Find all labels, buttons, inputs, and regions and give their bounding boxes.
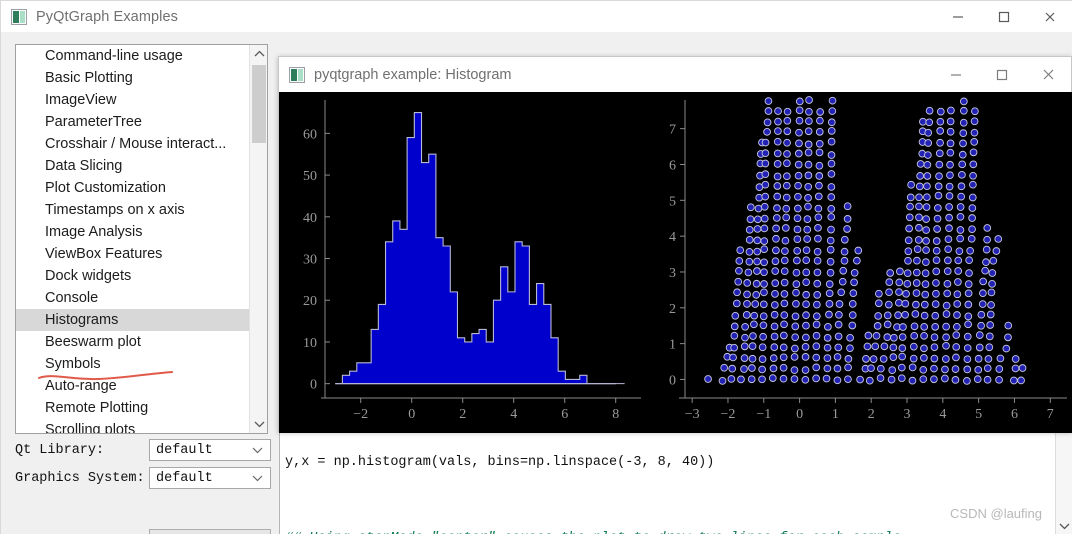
- qt-library-label: Qt Library:: [15, 442, 105, 458]
- svg-text:4: 4: [510, 407, 517, 422]
- code-line-1: y,x = np.histogram(vals, bins=np.linspac…: [285, 455, 715, 470]
- list-item[interactable]: Image Analysis: [16, 221, 250, 243]
- svg-text:0: 0: [408, 407, 415, 422]
- svg-text:2: 2: [669, 302, 676, 317]
- list-item[interactable]: ViewBox Features: [16, 243, 250, 265]
- maximize-button[interactable]: [981, 1, 1027, 32]
- svg-text:6: 6: [1011, 407, 1018, 422]
- svg-text:5: 5: [669, 194, 676, 209]
- child-window-controls: [933, 57, 1071, 92]
- list-item[interactable]: Auto-range: [16, 375, 250, 397]
- app-icon: [289, 66, 305, 83]
- svg-text:3: 3: [669, 266, 676, 281]
- code-panel-scrollbar[interactable]: [1055, 432, 1072, 534]
- svg-text:7: 7: [669, 123, 676, 138]
- svg-text:6: 6: [561, 407, 568, 422]
- graphics-system-select[interactable]: default: [149, 467, 271, 489]
- svg-text:30: 30: [303, 253, 317, 268]
- qt-library-select[interactable]: default: [149, 439, 271, 461]
- svg-text:5: 5: [975, 407, 982, 422]
- list-item[interactable]: Crosshair / Mouse interact...: [16, 133, 250, 155]
- code-line-3: ## Using stepMode="center" causes the pl…: [285, 529, 1050, 534]
- svg-text:6: 6: [669, 158, 676, 173]
- list-item[interactable]: ParameterTree: [16, 111, 250, 133]
- run-example-button[interactable]: Run Example: [149, 529, 271, 534]
- list-item[interactable]: Dock widgets: [16, 265, 250, 287]
- minimize-button[interactable]: [933, 57, 979, 92]
- script-path-container: D:\tempSoft\laufing\untitled\gong\lib\si…: [279, 32, 1072, 59]
- code-preview-panel[interactable]: y,x = np.histogram(vals, bins=np.linspac…: [279, 431, 1072, 534]
- svg-text:2: 2: [868, 407, 875, 422]
- svg-text:4: 4: [939, 407, 946, 422]
- graphics-system-label: Graphics System:: [15, 470, 145, 486]
- svg-text:−2: −2: [353, 407, 368, 422]
- histogram-example-window: pyqtgraph example: Histogram 0 10 20 30 40 50…: [278, 56, 1072, 433]
- maximize-button[interactable]: [979, 57, 1025, 92]
- svg-text:3: 3: [904, 407, 911, 422]
- main-window-controls: [935, 1, 1072, 32]
- scrollbar-thumb[interactable]: [252, 65, 266, 143]
- list-item-histograms[interactable]: Histograms: [16, 309, 250, 331]
- qt-library-value: default: [156, 442, 213, 458]
- svg-text:7: 7: [1047, 407, 1054, 422]
- list-item[interactable]: Symbols: [16, 353, 250, 375]
- svg-text:20: 20: [303, 294, 317, 309]
- close-button[interactable]: [1025, 57, 1071, 92]
- svg-text:0: 0: [669, 373, 676, 388]
- child-window-title: pyqtgraph example: Histogram: [314, 66, 512, 83]
- code-lines: y,x = np.histogram(vals, bins=np.linspac…: [285, 434, 1050, 534]
- chevron-down-icon: [252, 444, 263, 459]
- svg-text:60: 60: [303, 127, 317, 142]
- list-item[interactable]: Remote Plotting: [16, 397, 250, 419]
- svg-text:2: 2: [459, 407, 466, 422]
- svg-text:1: 1: [669, 338, 676, 353]
- left-panel: Command-line usage Basic Plotting ImageV…: [1, 32, 279, 534]
- main-window-title: PyQtGraph Examples: [36, 8, 179, 25]
- main-window-titlebar[interactable]: PyQtGraph Examples: [1, 1, 1072, 32]
- child-window-titlebar[interactable]: pyqtgraph example: Histogram: [279, 57, 1071, 92]
- svg-text:0: 0: [796, 407, 803, 422]
- graphics-system-row: Graphics System:: [15, 467, 145, 489]
- list-item[interactable]: Basic Plotting: [16, 67, 250, 89]
- qt-library-row: Qt Library:: [15, 439, 104, 461]
- list-item[interactable]: Beeswarm plot: [16, 331, 250, 353]
- svg-text:−2: −2: [721, 407, 736, 422]
- svg-text:10: 10: [303, 336, 317, 351]
- example-list-scrollbar[interactable]: [249, 45, 267, 433]
- svg-text:4: 4: [669, 230, 676, 245]
- svg-text:−1: −1: [756, 407, 771, 422]
- svg-text:0: 0: [310, 378, 317, 393]
- svg-text:50: 50: [303, 169, 317, 184]
- list-item[interactable]: Timestamps on x axis: [16, 199, 250, 221]
- watermark: CSDN @laufing: [950, 506, 1042, 521]
- svg-text:40: 40: [303, 211, 317, 226]
- list-item[interactable]: Data Slicing: [16, 155, 250, 177]
- minimize-button[interactable]: [935, 1, 981, 32]
- list-item[interactable]: Command-line usage: [16, 45, 250, 67]
- list-item[interactable]: Scrolling plots: [16, 419, 250, 433]
- example-list-items: Command-line usage Basic Plotting ImageV…: [16, 45, 250, 433]
- list-item[interactable]: Plot Customization: [16, 177, 250, 199]
- svg-text:8: 8: [612, 407, 619, 422]
- plots-svg: 0 10 20 30 40 50 60 −2 0 2 4 6 8 0 1 2 3 4 5 6 7 −3 −2 −1 0 1 2 3 4…: [279, 92, 1072, 433]
- plot-area[interactable]: 0 10 20 30 40 50 60 −2 0 2 4 6 8 0 1 2 3 4 5 6 7 −3 −2 −1 0 1 2 3 4…: [279, 92, 1072, 433]
- graphics-system-value: default: [156, 470, 213, 486]
- example-list[interactable]: Command-line usage Basic Plotting ImageV…: [15, 44, 268, 434]
- scroll-down-icon[interactable]: [250, 415, 267, 433]
- list-item[interactable]: Console: [16, 287, 250, 309]
- chevron-down-icon: [252, 472, 263, 487]
- close-button[interactable]: [1027, 1, 1072, 32]
- screenshot-root: PyQtGraph Examples D:\tempSoft\laufing\u…: [0, 0, 1072, 534]
- svg-text:1: 1: [832, 407, 839, 422]
- list-item[interactable]: ImageView: [16, 89, 250, 111]
- app-icon: [11, 8, 27, 25]
- scroll-down-icon[interactable]: [1056, 518, 1072, 534]
- scroll-up-icon[interactable]: [250, 45, 267, 63]
- svg-text:−3: −3: [685, 407, 700, 422]
